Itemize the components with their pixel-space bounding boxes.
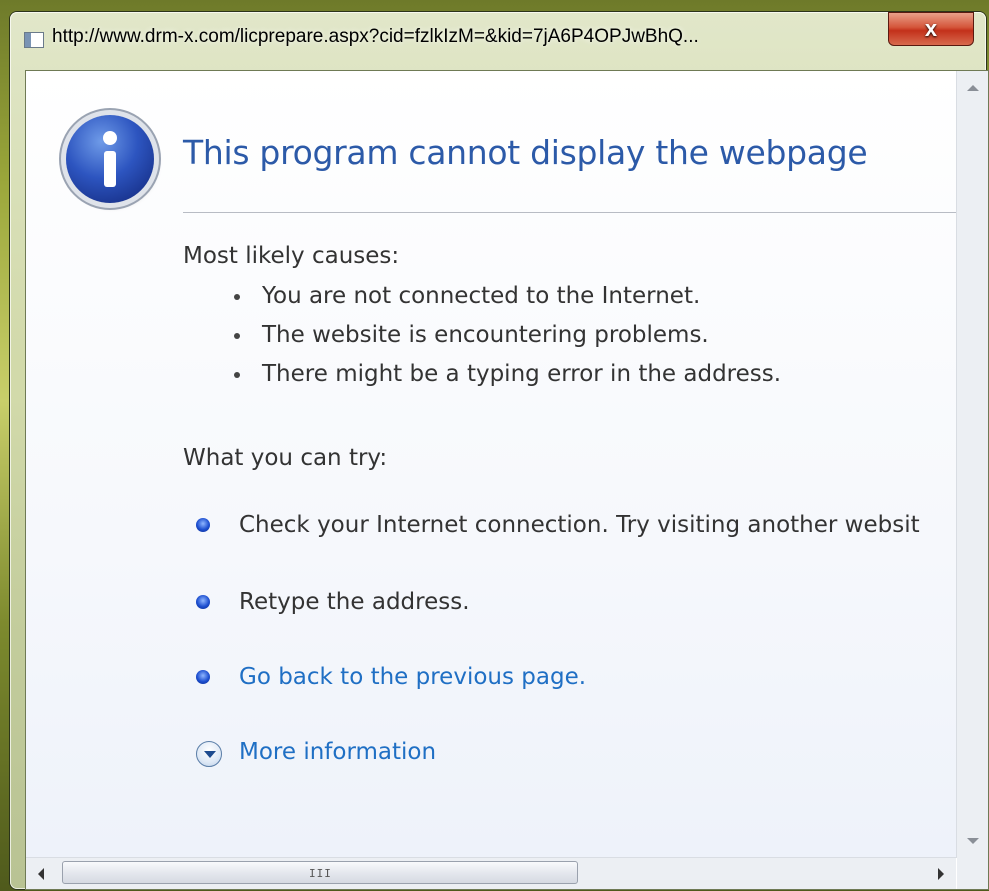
content-area: This program cannot display the webpage … — [25, 70, 989, 890]
page-title: This program cannot display the webpage — [183, 133, 868, 172]
cause-item: You are not connected to the Internet. — [234, 283, 700, 309]
error-page: This program cannot display the webpage … — [26, 71, 956, 858]
scroll-up-icon[interactable] — [967, 85, 979, 91]
scrollbar-corner — [957, 858, 988, 889]
horizontal-scroll-thumb[interactable]: III — [62, 861, 578, 884]
scroll-down-icon[interactable] — [967, 838, 979, 844]
blue-bullet-icon — [196, 518, 210, 532]
blue-bullet-icon — [196, 670, 210, 684]
browser-window: http://www.drm-x.com/licprepare.aspx?cid… — [10, 12, 989, 890]
chevron-down-circle-icon[interactable] — [196, 741, 222, 767]
try-heading: What you can try: — [183, 445, 388, 471]
page-icon — [24, 32, 44, 48]
scroll-right-icon[interactable] — [938, 868, 944, 880]
window-title: http://www.drm-x.com/licprepare.aspx?cid… — [52, 26, 699, 47]
horizontal-scrollbar[interactable]: III — [26, 857, 956, 889]
cause-item: There might be a typing error in the add… — [234, 361, 781, 387]
scroll-left-icon[interactable] — [38, 868, 44, 880]
causes-heading: Most likely causes: — [183, 243, 400, 269]
vertical-scrollbar[interactable] — [956, 71, 988, 858]
info-icon — [66, 115, 154, 203]
close-button[interactable]: x — [888, 12, 974, 46]
title-bar[interactable]: http://www.drm-x.com/licprepare.aspx?cid… — [10, 12, 986, 66]
grip-icon: III — [309, 867, 332, 880]
cause-item: The website is encountering problems. — [234, 322, 709, 348]
divider — [183, 212, 956, 213]
blue-bullet-icon — [196, 595, 210, 609]
close-icon: x — [924, 16, 938, 41]
